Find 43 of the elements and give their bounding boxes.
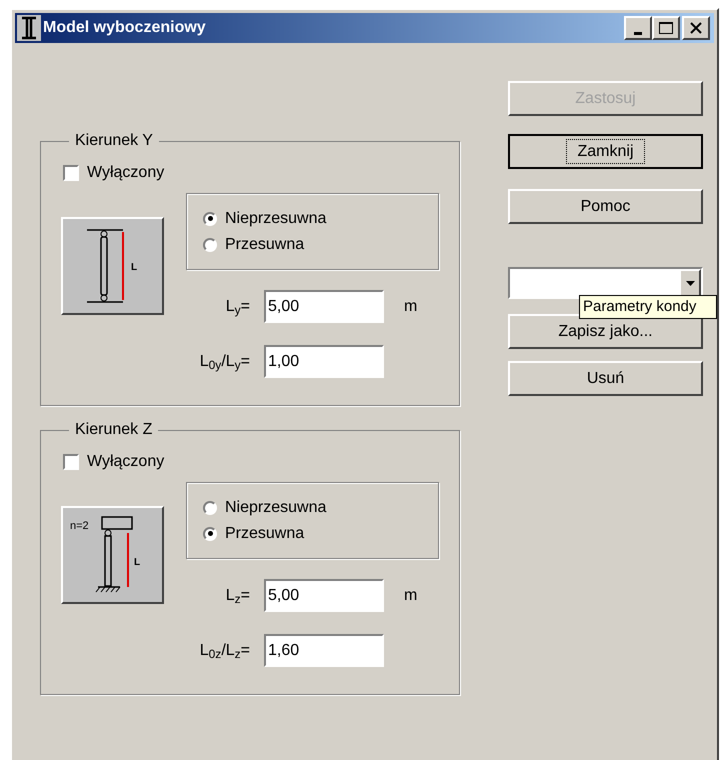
sway-column-drawing: n=2 L	[68, 513, 158, 597]
window-title: Model wyboczeniowy	[43, 18, 206, 38]
focused-button[interactable]: Zamknij	[508, 134, 703, 169]
field-label: L$_{0z}$/L$_{z}$=	[198, 640, 251, 662]
pinned-column-drawing: L	[82, 226, 142, 306]
unit-label: m	[404, 296, 418, 316]
dropdown-field[interactable]	[508, 267, 703, 299]
group-title: Kierunek Y	[74, 131, 154, 151]
maximize-button[interactable]	[652, 16, 680, 40]
diagram-button[interactable]: L	[61, 217, 164, 315]
close-button[interactable]	[682, 16, 710, 40]
minimize-icon	[634, 32, 642, 34]
checkbox[interactable]	[63, 454, 79, 470]
radio-label: Przesuwna	[225, 234, 304, 254]
dialog-button[interactable]: Zapisz jako...	[508, 314, 703, 349]
field-label: L$_{0y}$/L$_{y}$=	[198, 352, 251, 374]
value-field[interactable]: 5,00	[264, 579, 384, 612]
value-field[interactable]: 1,60	[264, 634, 384, 667]
group-title: Kierunek Z	[74, 420, 154, 440]
minimize-button[interactable]	[624, 16, 652, 40]
field-label: L$_{z}$=	[224, 586, 251, 608]
dialog-button[interactable]: Pomoc	[508, 189, 703, 224]
checkbox-label: Wyłączony	[87, 163, 164, 183]
checkbox-label: Wyłączony	[87, 452, 164, 472]
radio-button[interactable]	[203, 500, 217, 514]
close-icon	[690, 22, 702, 34]
field-label: L$_{y}$=	[224, 296, 251, 318]
tooltip: Parametry kondy	[579, 295, 718, 319]
value-field[interactable]: 1,00	[264, 345, 384, 378]
radio-label: Nieprzesuwna	[225, 498, 326, 518]
maximize-icon	[659, 22, 673, 34]
checkbox[interactable]	[63, 165, 79, 181]
dialog-button[interactable]: Usuń	[508, 361, 703, 396]
i-beam-icon	[17, 15, 41, 41]
radio-label: Nieprzesuwna	[225, 208, 326, 228]
radio-button[interactable]	[203, 212, 217, 226]
diagram-button[interactable]: n=2 L	[61, 506, 164, 604]
radio-button[interactable]	[203, 238, 217, 252]
value-field[interactable]: 5,00	[264, 290, 384, 323]
unit-label: m	[404, 586, 418, 606]
radio-label: Przesuwna	[225, 524, 304, 544]
radio-button[interactable]	[203, 526, 217, 540]
dropdown-arrow-icon	[686, 280, 694, 286]
